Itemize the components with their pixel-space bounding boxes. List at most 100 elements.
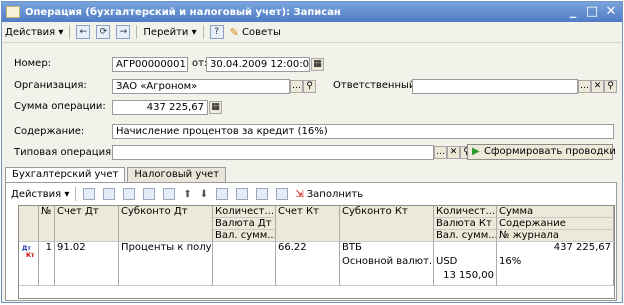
tips-label: Советы: [242, 26, 281, 38]
row-sum-cell[interactable]: 437 225,67 16%: [497, 242, 614, 286]
calculator-icon[interactable]: ▦: [209, 101, 222, 114]
clear-icon[interactable]: ✕: [591, 80, 604, 93]
debit-mark: Дт: [22, 245, 31, 252]
column-header-cur-dt[interactable]: Валюта Дт: [213, 218, 276, 230]
column-header-journal[interactable]: № журнала: [497, 230, 614, 242]
play-icon: ▶: [472, 146, 480, 157]
organization-field[interactable]: ЗАО «Агроном»: [112, 79, 290, 94]
fill-button[interactable]: ⇲ Заполнить: [292, 185, 366, 203]
table-toolbar: Действия ▾ ⬆ ⬇ ⇲ Заполнить: [8, 185, 366, 203]
column-header-qty-dt[interactable]: Количест...: [213, 206, 276, 218]
number-field[interactable]: АГР00000001: [112, 57, 188, 72]
edit-row-icon[interactable]: [123, 188, 136, 200]
row-cur-kt-cell[interactable]: USD 13 150,00: [434, 242, 497, 286]
main-toolbar: Действия ▾ ← ⟳ → Перейти ▾ ? ✎ Советы: [2, 22, 622, 43]
column-header-valsum-kt[interactable]: Вал. сумм...: [434, 230, 497, 242]
window-title: Операция (бухгалтерский и налоговый учет…: [25, 6, 341, 18]
search-icon[interactable]: ⚲: [604, 80, 617, 93]
column-header-subkt[interactable]: Субконто Кт: [340, 206, 434, 242]
refresh-icon: ⟳: [96, 25, 111, 39]
date-field[interactable]: 30.04.2009 12:00:00: [206, 57, 310, 72]
entries-table: № Счет Дт Субконто Дт Количест... Валюта…: [18, 205, 615, 299]
move-up-icon[interactable]: ⬆: [183, 189, 191, 200]
organization-label: Организация:: [14, 80, 87, 91]
clear-icon[interactable]: ✕: [447, 146, 460, 159]
toolbar-separator: [136, 25, 138, 39]
table-actions-menu[interactable]: Действия ▾: [8, 185, 72, 203]
tips-icon: ✎: [229, 25, 239, 39]
tips-button[interactable]: ✎ Советы: [227, 23, 284, 41]
row-kt[interactable]: 66.22: [276, 242, 340, 286]
back-icon: ←: [76, 25, 91, 39]
select-icon[interactable]: …: [290, 80, 303, 93]
list-icon[interactable]: [276, 188, 289, 200]
generate-entries-button[interactable]: ▶ Сформировать проводки: [467, 144, 616, 160]
number-label: Номер:: [14, 58, 52, 69]
row-num[interactable]: 1: [39, 242, 55, 286]
search-icon[interactable]: ⚲: [303, 80, 316, 93]
tab-tax[interactable]: Налоговый учет: [127, 167, 227, 182]
row-subkt-bank: ВТБ: [342, 242, 362, 253]
help-button[interactable]: ?: [207, 23, 227, 41]
toolbar-separator: [75, 187, 77, 201]
row-qty-dt[interactable]: [213, 242, 276, 286]
sort-asc-icon[interactable]: [216, 188, 229, 200]
actions-menu[interactable]: Действия ▾: [2, 23, 66, 41]
column-header-kt[interactable]: Счет Кт: [276, 206, 340, 242]
column-header-qty-kt[interactable]: Количест...: [434, 206, 497, 218]
delete-row-icon[interactable]: [143, 188, 156, 200]
minimize-icon[interactable]: _: [565, 4, 581, 20]
content-label: Содержание:: [14, 126, 85, 137]
responsible-field[interactable]: [412, 79, 578, 94]
back-button[interactable]: ←: [73, 23, 93, 41]
calendar-icon[interactable]: ▦: [311, 58, 324, 71]
column-header-sum[interactable]: Сумма: [497, 206, 614, 218]
row-subdt[interactable]: Проценты к полу...: [119, 242, 213, 286]
content-field[interactable]: Начисление процентов за кредит (16%): [112, 124, 614, 139]
document-icon: [6, 6, 20, 18]
column-header-num[interactable]: №: [39, 206, 55, 242]
row-cur-kt: USD: [436, 256, 458, 267]
sum-label: Сумма операции:: [14, 101, 106, 112]
close-icon[interactable]: ✕: [603, 4, 619, 20]
icon-column-header: [19, 206, 39, 242]
forward-button[interactable]: →: [113, 23, 133, 41]
row-valsum-kt: 13 150,00: [443, 270, 494, 281]
refresh-button[interactable]: ⟳: [93, 23, 113, 41]
forward-icon: →: [116, 25, 131, 39]
tab-accounting[interactable]: Бухгалтерский учет: [5, 167, 126, 182]
toolbar-separator: [69, 25, 71, 39]
actions-menu-label: Действия: [5, 26, 56, 38]
sort-desc-icon[interactable]: [236, 188, 249, 200]
column-header-cur-kt[interactable]: Валюта Кт: [434, 218, 497, 230]
select-icon[interactable]: …: [578, 80, 591, 93]
row-subkt[interactable]: ВТБ Основной валют...: [340, 242, 434, 286]
column-header-subdt[interactable]: Субконто Дт: [119, 206, 213, 242]
add-row-icon[interactable]: [83, 188, 96, 200]
fill-icon: ⇲: [295, 188, 304, 200]
help-icon: ?: [209, 25, 224, 39]
typical-operation-field[interactable]: [112, 145, 434, 160]
end-edit-icon[interactable]: [163, 188, 176, 200]
title-bar: Операция (бухгалтерский и налоговый учет…: [2, 2, 622, 22]
row-sum: 437 225,67: [553, 242, 611, 253]
column-header-valsum-dt[interactable]: Вал. сумм...: [213, 230, 276, 242]
toolbar-separator: [202, 25, 204, 39]
generate-entries-label: Сформировать проводки: [484, 146, 616, 157]
goto-menu-label: Перейти: [143, 26, 189, 38]
tab-panel: Действия ▾ ⬆ ⬇ ⇲ Заполнить № Счет Дт Суб…: [5, 182, 617, 301]
copy-row-icon[interactable]: [103, 188, 116, 200]
filter-icon[interactable]: [256, 188, 269, 200]
sum-field[interactable]: 437 225,67: [112, 100, 208, 115]
row-content: 16%: [499, 256, 522, 267]
goto-menu[interactable]: Перейти ▾: [140, 23, 199, 41]
move-down-icon[interactable]: ⬇: [200, 189, 208, 200]
responsible-label: Ответственный:: [333, 80, 419, 91]
tab-strip: Бухгалтерский учет Налоговый учет: [5, 167, 228, 182]
column-header-dt[interactable]: Счет Дт: [55, 206, 119, 242]
select-icon[interactable]: …: [434, 146, 447, 159]
typical-operation-label: Типовая операция:: [14, 147, 115, 158]
row-dt[interactable]: 91.02: [55, 242, 119, 286]
maximize-icon[interactable]: □: [584, 4, 600, 20]
column-header-content[interactable]: Содержание: [497, 218, 614, 230]
